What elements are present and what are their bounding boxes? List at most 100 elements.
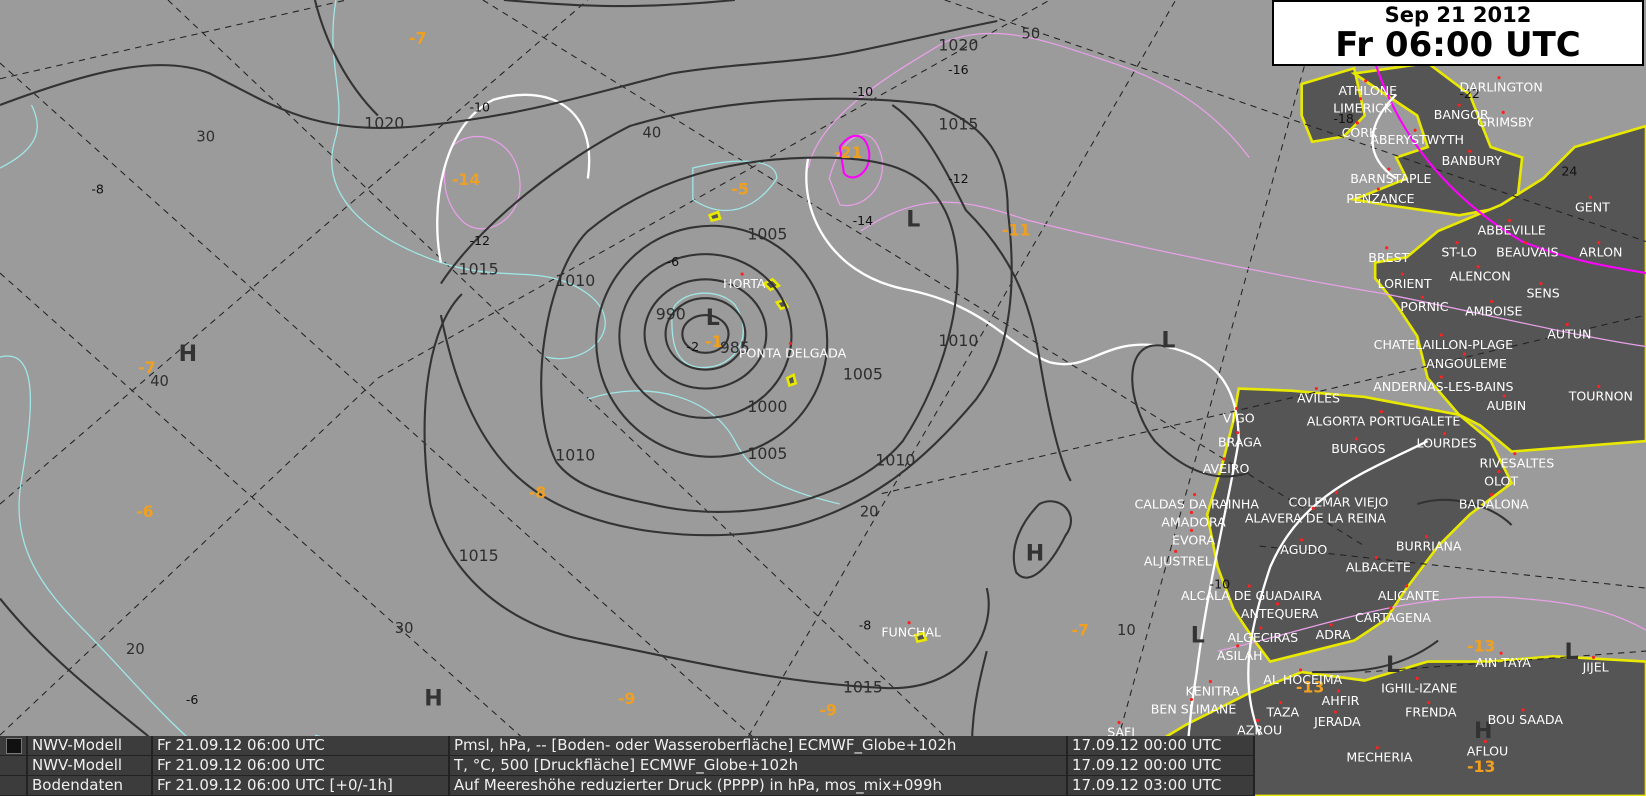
grid-label: 30	[395, 620, 414, 637]
isobar-label: 1020	[938, 36, 978, 55]
city-label: BREST	[1368, 250, 1409, 265]
valid-time-box: Sep 21 2012 Fr 06:00 UTC	[1272, 0, 1644, 66]
city-label: ALAVERA DE LA REINA	[1245, 510, 1386, 525]
isobar-label: 1005	[747, 444, 787, 463]
layer-source: NWV-Modell	[28, 756, 153, 775]
layer-legend: NWV-Modell Fr 21.09.12 06:00 UTC Pmsl, h…	[0, 736, 1255, 796]
temperature-value: -7	[409, 28, 426, 47]
pressure-center: H	[179, 342, 197, 367]
city-label: ANDERNAS-LES-BAINS	[1373, 379, 1513, 394]
city-label: KENITRA	[1186, 684, 1240, 699]
layer-valid-time: Fr 21.09.12 06:00 UTC	[153, 756, 450, 775]
city-label: AHFIR	[1322, 693, 1360, 708]
city-label: ALBACETE	[1346, 560, 1411, 575]
pressure-center: L	[906, 208, 920, 233]
isotherm-label: -6	[186, 692, 199, 707]
isobar-label: 1010	[555, 271, 595, 290]
temperature-value: -5	[731, 180, 748, 199]
pressure-center: L	[1161, 328, 1175, 353]
grid-label: 30	[196, 129, 215, 146]
city-label: COLEMAR VIEJO	[1289, 495, 1389, 510]
isotherm-label: -2	[687, 339, 700, 354]
temperature-value: -7	[1071, 621, 1088, 640]
layer-valid-time: Fr 21.09.12 06:00 UTC [+0/-1h]	[153, 776, 450, 795]
city-label: CALDAS DA RAINHA	[1134, 497, 1259, 512]
city-label: SENS	[1526, 286, 1559, 301]
isobar-label: 1020	[364, 113, 404, 132]
temperature-value: -8	[529, 483, 546, 502]
isobar-label: 1005	[843, 364, 883, 383]
city-label: ANTEQUERA	[1241, 606, 1319, 621]
city-label: BEN SLIMANE	[1151, 701, 1237, 716]
city-label: EVORA	[1172, 532, 1215, 547]
grid-label: 20	[126, 641, 145, 658]
city-label: AUBIN	[1487, 398, 1527, 413]
city-label: AVEIRO	[1203, 461, 1250, 476]
layer-source: NWV-Modell	[28, 736, 153, 755]
city-label: CARTAGENA	[1355, 610, 1431, 625]
city-label: RIVESALTES	[1480, 456, 1555, 471]
valid-time: Fr 06:00 UTC	[1335, 25, 1581, 65]
city-label: BARNSTAPLE	[1350, 171, 1431, 186]
temperature-value: -11	[1002, 221, 1030, 240]
layer-source: Bodendaten	[28, 776, 153, 795]
layer-swatch[interactable]	[0, 776, 28, 795]
city-label: MECHERIA	[1346, 750, 1412, 765]
isobar-label: 1000	[747, 397, 787, 416]
pressure-center: H	[1026, 541, 1044, 566]
isotherm-label: -12	[469, 233, 490, 248]
city-label: AMBOISE	[1465, 303, 1522, 318]
isotherm-label: -8	[859, 617, 872, 632]
isobar-label: 1015	[459, 259, 499, 278]
temperature-value: -9	[820, 700, 837, 719]
city-label: ABERYSTWYTH	[1370, 132, 1464, 147]
isotherm-label: -10	[469, 100, 490, 115]
city-label: AL HOCEIMA	[1263, 672, 1342, 687]
legend-row[interactable]: NWV-Modell Fr 21.09.12 06:00 UTC T, °C, …	[0, 756, 1255, 776]
layer-run: 17.09.12 03:00 UTC	[1068, 776, 1255, 795]
legend-row[interactable]: Bodendaten Fr 21.09.12 06:00 UTC [+0/-1h…	[0, 776, 1255, 796]
isobar-label: 1010	[875, 451, 915, 470]
grid-label: 40	[643, 124, 662, 141]
city-label: OLOT	[1484, 474, 1518, 489]
city-label: IGHIL-IZANE	[1381, 680, 1457, 695]
city-label: PONTA DELGADA	[739, 345, 847, 360]
city-label: FRENDA	[1405, 705, 1457, 720]
city-label: HORTA	[723, 276, 766, 291]
layer-swatch[interactable]	[0, 756, 28, 775]
isobar-label: 1015	[459, 546, 499, 565]
isotherm-label: -10	[853, 84, 874, 99]
city-label: ADRA	[1316, 627, 1352, 642]
city-label: AMADORA	[1161, 514, 1226, 529]
valid-date: Sep 21 2012	[1384, 3, 1532, 27]
city-label: TOURNON	[1568, 388, 1633, 403]
temperature-value: -13	[1467, 636, 1495, 655]
temperature-value: -21	[834, 143, 862, 162]
legend-row[interactable]: NWV-Modell Fr 21.09.12 06:00 UTC Pmsl, h…	[0, 736, 1255, 756]
layer-field: Auf Meereshöhe reduzierter Druck (PPPP) …	[450, 776, 1068, 795]
city-label: PENZANCE	[1346, 191, 1414, 206]
city-label: BADALONA	[1459, 497, 1529, 512]
city-label: VIGO	[1223, 411, 1255, 426]
grid-label: 50	[1021, 26, 1040, 43]
city-label: BANBURY	[1442, 153, 1502, 168]
layer-field: T, °C, 500 [Druckfläche] ECMWF_Globe+102…	[450, 756, 1068, 775]
layer-swatch[interactable]	[0, 736, 28, 755]
city-label: ABBEVILLE	[1478, 223, 1546, 238]
city-label: PORNIC	[1400, 299, 1448, 314]
city-label: ALGECIRAS	[1228, 630, 1299, 645]
city-label: ARLON	[1579, 245, 1622, 260]
temperature-value: -14	[452, 170, 480, 189]
city-label: LOURDES	[1417, 436, 1477, 451]
pressure-center: L	[1564, 640, 1578, 665]
city-label: BOU SAADA	[1488, 712, 1564, 727]
city-label: GRIMSBY	[1477, 114, 1534, 129]
city-label: DARLINGTON	[1460, 80, 1543, 95]
city-label: AFLOU	[1467, 743, 1509, 758]
city-label: TAZA	[1266, 705, 1300, 720]
pressure-center: L	[1386, 653, 1400, 678]
isobar-label: 1010	[555, 445, 595, 464]
grid-label: 40	[150, 373, 169, 390]
city-label: AIN TAYA	[1476, 655, 1532, 670]
layer-field: Pmsl, hPa, -- [Boden- oder Wasseroberflä…	[450, 736, 1068, 755]
